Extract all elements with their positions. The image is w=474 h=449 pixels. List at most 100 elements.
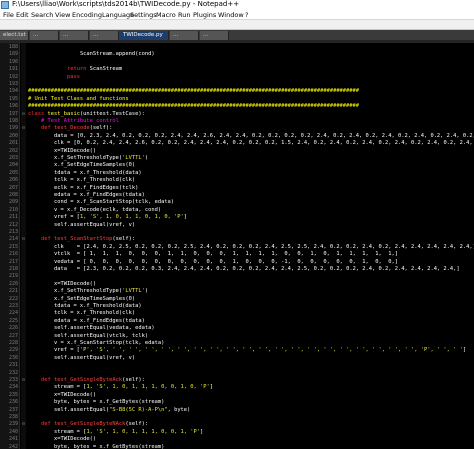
code-line[interactable]: v = x.f_ScanStartStop(tclk, edata): [28, 340, 474, 347]
code-line[interactable]: stream = [1, 'S', 1, 0, 1, 1, 1, 0, 0, 1…: [28, 429, 474, 436]
code-token-operator: = [: [66, 266, 87, 272]
tab-file-2[interactable]: ...: [60, 31, 89, 40]
code-line[interactable]: v = x.f_Decode(eclk, tdata, cond): [28, 207, 474, 214]
code-line[interactable]: vref = [1, 'S', 1, 0, 1, 1, 0, 1, 0, 'P'…: [28, 214, 474, 221]
code-token-default: v = x.f_Decode(eclk, tdata, cond): [53, 206, 162, 213]
code-line[interactable]: x=TWIDecode(): [28, 392, 474, 399]
code-line[interactable]: # Test Attribute control: [28, 118, 474, 125]
code-line[interactable]: edata = x.f_FindEdges(tdata): [28, 192, 474, 199]
menu-plugins[interactable]: Plugins: [193, 10, 216, 20]
code-token-default: [28, 310, 54, 316]
code-token-default: [28, 199, 54, 205]
code-token-default: [28, 436, 54, 442]
line-number: 236: [8, 399, 18, 406]
code-line[interactable]: def test_Decode(self):: [28, 125, 474, 132]
code-token-default: x.f_SetThresholdType(: [53, 288, 123, 295]
code-line[interactable]: self.assertEqual(vref, v): [28, 222, 474, 229]
code-line[interactable]: vref = ['P', 'S', ' ', ' ', ' ', ' ', ' …: [28, 347, 474, 354]
code-line[interactable]: stream = [1, 'S', 1, 0, 1, 1, 1, 0, 0, 1…: [28, 384, 474, 391]
code-editor[interactable]: 188 189 190 191 192 193 194 195 196 197 198 199 200 2…: [0, 43, 474, 449]
code-line[interactable]: self.assertEqual(vtclk, tclk): [28, 333, 474, 340]
code-line[interactable]: byte, bytes = x.f_GetBytes(stream): [28, 399, 474, 406]
code-token-default: self.assertEqual(vedata, edata): [53, 325, 155, 332]
code-line[interactable]: self.assertEqual("S-B8(5C R)-A-P\n", byt…: [28, 407, 474, 414]
code-token-number: 1, 1, 1, 0, 0, 0, 1, 1, 0, 0, 0, 1, 1, 1…: [86, 251, 395, 258]
menu-help[interactable]: ?: [245, 10, 248, 20]
code-line[interactable]: eclk = x.f_FindEdges(tclk): [28, 185, 474, 192]
code-line[interactable]: ########################################…: [28, 88, 474, 95]
line-number: 208: [8, 192, 18, 198]
line-number: 200: [8, 132, 18, 139]
menu-macro[interactable]: Macro: [156, 10, 176, 20]
menu-file[interactable]: File: [3, 10, 14, 20]
window-title: F:\Users\lliao\Work\scripts\tds2014b\TWI…: [12, 0, 240, 8]
fold-toggle-icon[interactable]: ⊟: [21, 236, 26, 243]
code-line[interactable]: ########################################…: [28, 103, 474, 110]
fold-toggle-icon[interactable]: ⊟: [21, 421, 26, 428]
code-token-default: vref = [: [53, 347, 80, 354]
code-token-default: ]: [462, 347, 467, 354]
code-line[interactable]: tclk = x.f_Threshold(clk): [28, 310, 474, 317]
line-number: 228: [8, 340, 18, 346]
code-line[interactable]: x.f_SetThresholdType('LVTTL'): [28, 155, 474, 162]
fold-margin[interactable]: [21, 43, 26, 449]
line-number: 198: [8, 118, 18, 124]
code-token-default: [28, 259, 54, 265]
code-line[interactable]: byte, bytes = x.f_GetBytes(stream): [28, 444, 474, 449]
menu-run[interactable]: Run: [178, 10, 190, 20]
code-line[interactable]: tdata = x.f_Threshold(data): [28, 170, 474, 177]
code-line[interactable]: x=TWIDecode(): [28, 148, 474, 155]
code-token-def: test_ScanStartStop: [50, 236, 113, 243]
code-line[interactable]: x.f_SetThresholdType('LVTTL'): [28, 288, 474, 295]
code-line[interactable]: # Unit Test Class and functions: [28, 96, 474, 103]
code-line[interactable]: edata = x.f_FindEdges(tdata): [28, 318, 474, 325]
code-line[interactable]: x=TWIDecode(): [28, 281, 474, 288]
code-line[interactable]: def test_ScanStartStop(self):: [28, 236, 474, 243]
tab-file-5[interactable]: ...: [170, 31, 199, 40]
code-line[interactable]: tclk = x.f_Threshold(clk): [28, 177, 474, 184]
fold-toggle-icon[interactable]: ⊟: [21, 377, 26, 384]
menu-edit[interactable]: Edit: [16, 10, 29, 20]
code-token-default: [28, 392, 54, 398]
code-line[interactable]: cond = x.f_ScanStartStop(tclk, edata): [28, 199, 474, 206]
tab-file-1[interactable]: ...: [30, 31, 59, 40]
code-line[interactable]: x=TWIDecode(): [28, 436, 474, 443]
code-line[interactable]: pass: [28, 74, 474, 81]
menu-view[interactable]: View: [55, 10, 70, 20]
tab-file-3[interactable]: ...: [90, 31, 119, 40]
code-token-banner: # Unit Test Class and functions: [28, 95, 129, 102]
fold-toggle-icon[interactable]: ⊟: [21, 125, 26, 132]
menu-encoding[interactable]: Encoding: [72, 10, 102, 20]
line-number: 202: [8, 147, 18, 154]
code-line[interactable]: vtclk = [ 1, 1, 1, 0, 0, 0, 1, 1, 0, 0, …: [28, 251, 474, 258]
code-token-default: self.assertEqual(vref, v): [53, 221, 136, 228]
code-line[interactable]: data = [0, 2.3, 2.4, 0.2, 0.2, 0.2, 2.4,…: [28, 133, 474, 140]
code-line[interactable]: class test_basic(unittest.TestCase):: [28, 111, 474, 118]
code-line[interactable]: return ScanStream: [28, 66, 474, 73]
code-token-default: tdata = x.f_Threshold(data): [53, 169, 142, 176]
code-line[interactable]: x.f_SetEdgeTimeSamples(0): [28, 296, 474, 303]
code-line[interactable]: def test_GetSingleByteAck(self):: [28, 377, 474, 384]
code-line[interactable]: tdata = x.f_Threshold(data): [28, 303, 474, 310]
line-number: 217: [8, 258, 18, 265]
code-line[interactable]: clk = [0, 0.2, 2.4, 2.4, 2.6, 0.2, 0.2, …: [28, 140, 474, 147]
tab-twidecode-py[interactable]: TWIDecode.py: [120, 31, 169, 40]
code-line[interactable]: data = [2.3, 0.2, 0.2, 0.2, 0.3, 2.4, 2.…: [28, 266, 474, 273]
tab-file-6[interactable]: ...: [200, 31, 229, 40]
fold-toggle-icon[interactable]: ⊟: [21, 111, 26, 118]
tab-file-0[interactable]: elect.txt: [0, 31, 29, 40]
code-line[interactable]: self.assertEqual(vref, v): [28, 355, 474, 362]
menu-settings[interactable]: Settings: [130, 10, 157, 20]
code-token-operator: = [: [73, 258, 87, 265]
code-token-default: x.f_SetEdgeTimeSamples(: [53, 162, 129, 169]
menu-search[interactable]: Search: [31, 10, 53, 20]
line-number: 222: [8, 295, 18, 302]
menu-window[interactable]: Window: [218, 10, 244, 20]
code-line[interactable]: x.f_SetEdgeTimeSamples(0): [28, 162, 474, 169]
code-line[interactable]: vedata = [ 0, 0, 0, 0, 0, 0, 0, 0, 0, 0,…: [28, 259, 474, 266]
code-line[interactable]: def test_GetSingleByteNAck(self):: [28, 421, 474, 428]
code-line[interactable]: ScanStream.append(cond): [28, 51, 474, 58]
code-line[interactable]: self.assertEqual(vedata, edata): [28, 325, 474, 332]
code-token-default: [28, 384, 54, 390]
code-line[interactable]: clk = [2.4, 0.2, 2.5, 0.2, 0.2, 0.2, 2.5…: [28, 244, 474, 251]
